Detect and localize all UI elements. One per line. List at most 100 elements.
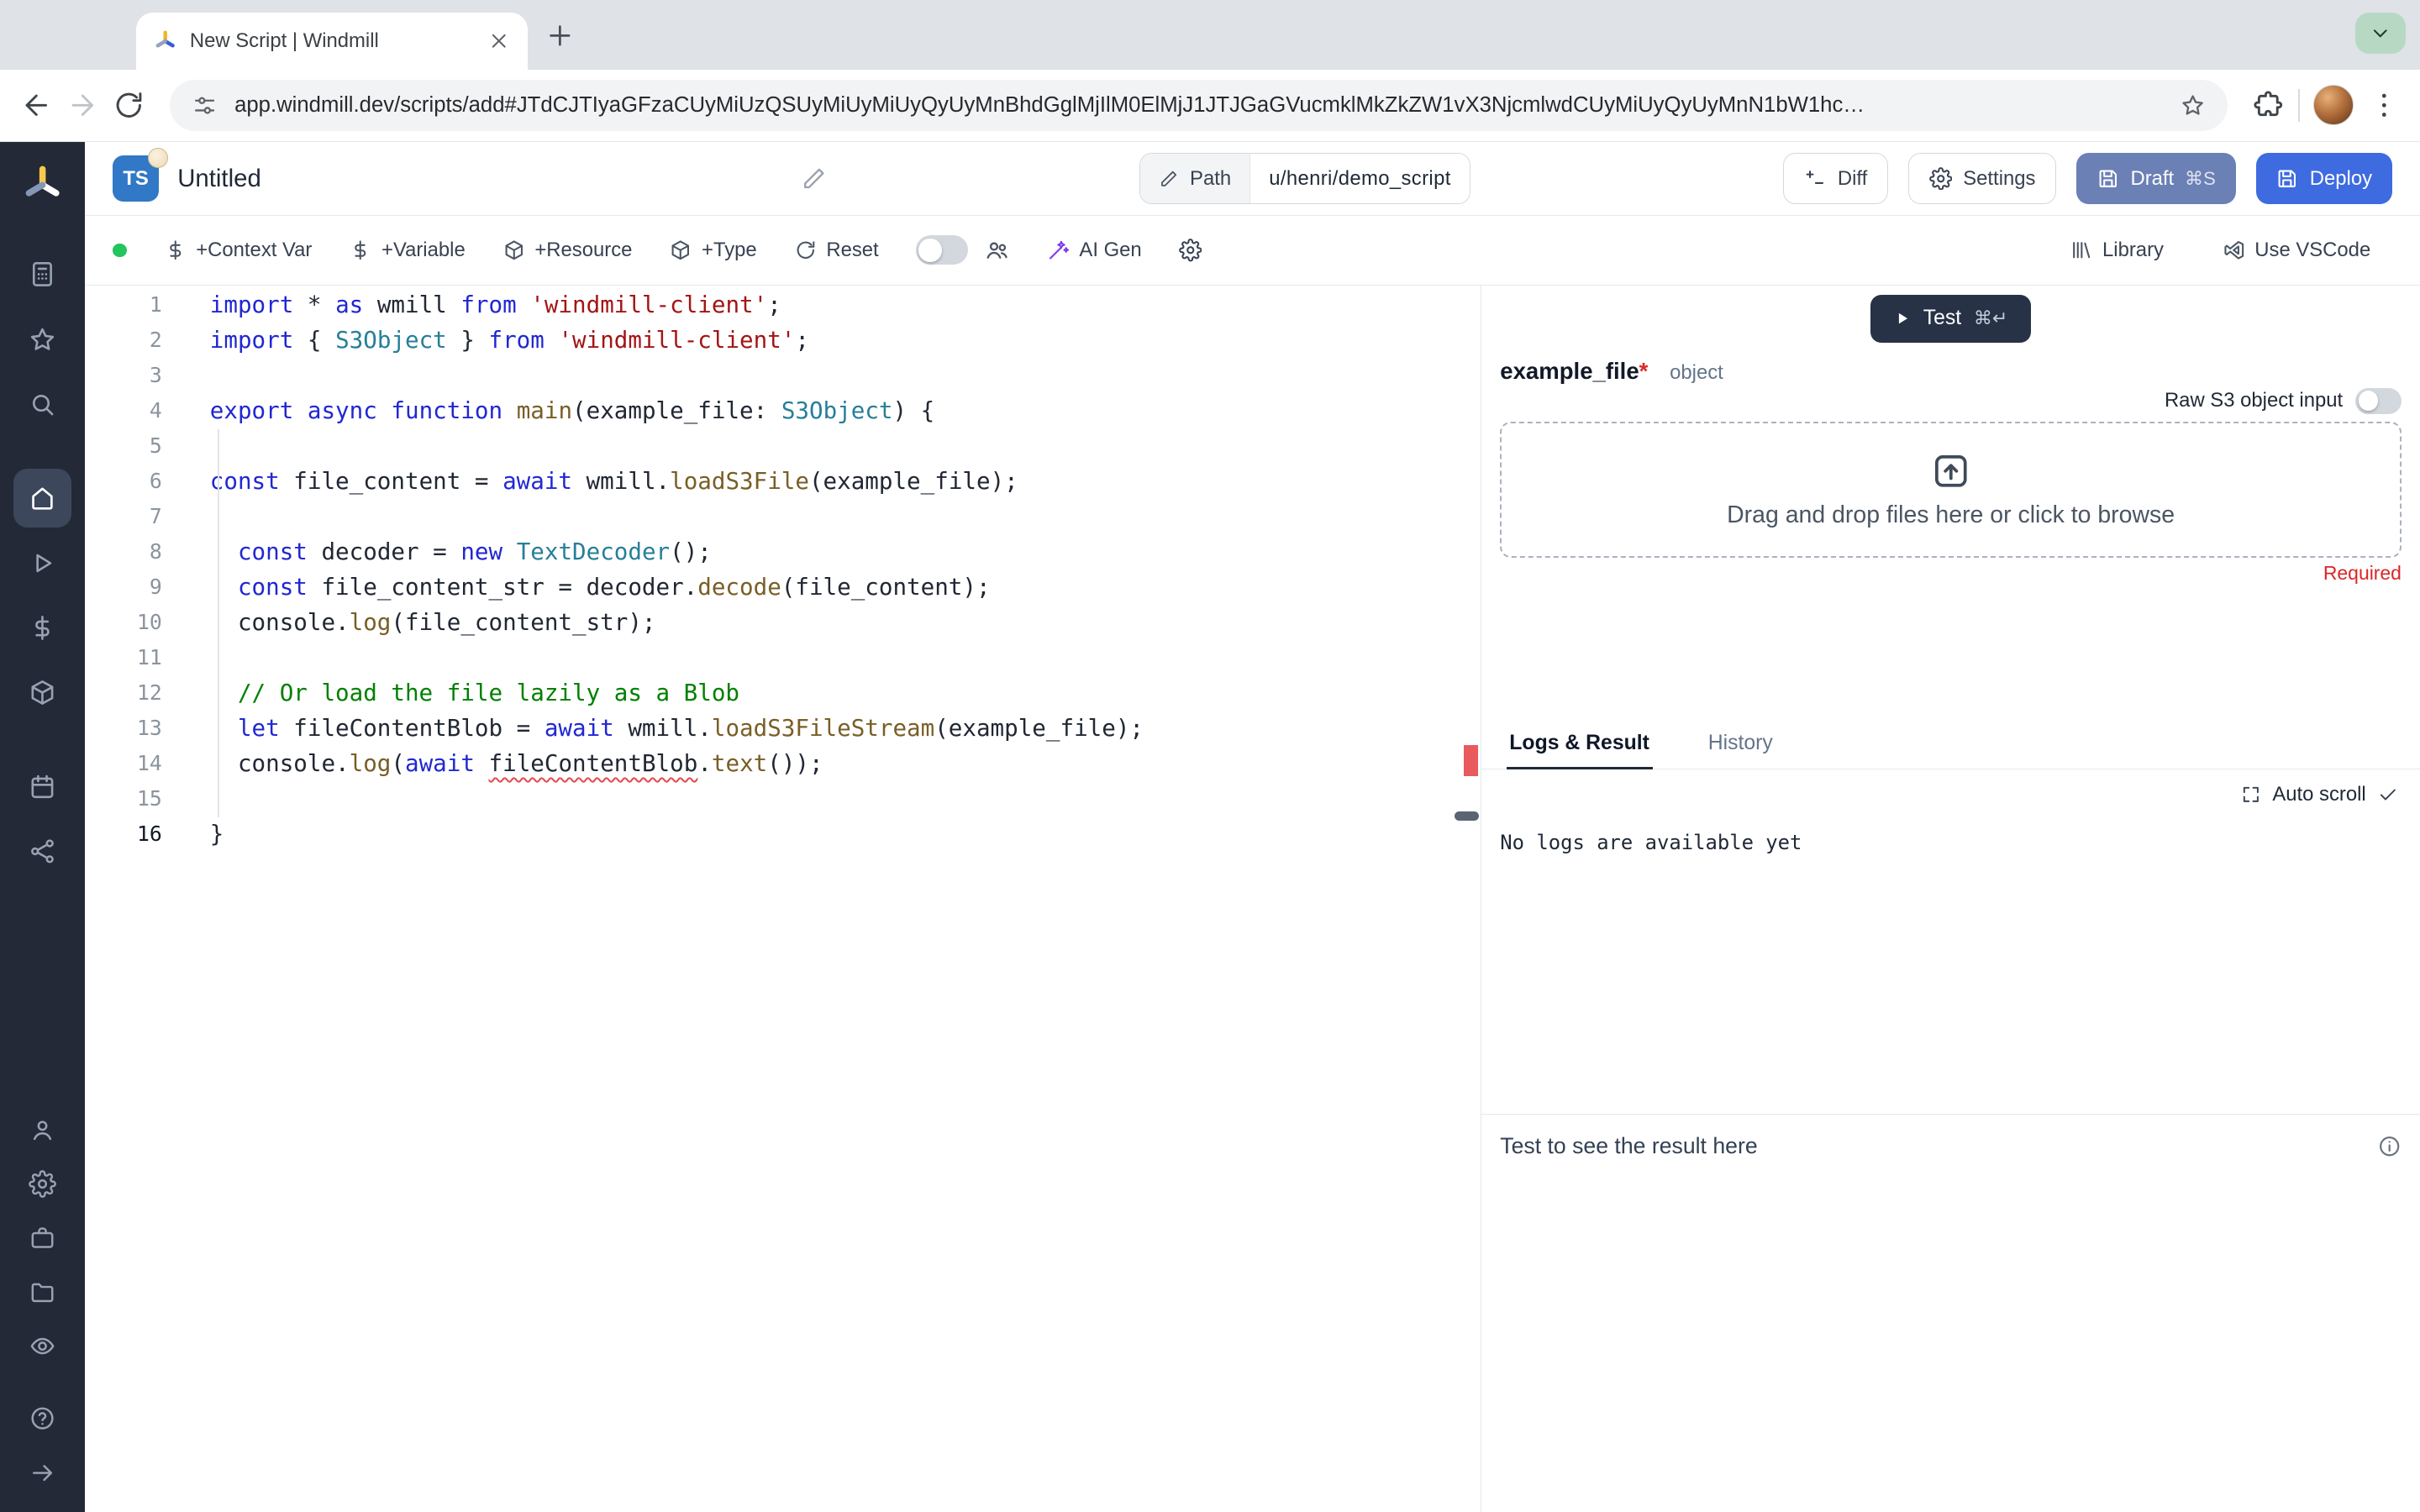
- variable-label: +Variable: [381, 238, 466, 261]
- collaborators-icon: [984, 237, 1010, 263]
- logs-area: [1481, 879, 2420, 1114]
- ai-gen-button[interactable]: AI Gen: [1047, 239, 1142, 262]
- forward-icon[interactable]: [66, 89, 99, 122]
- windmill-logo-icon[interactable]: [20, 162, 65, 207]
- auto-scroll-control[interactable]: Auto scroll: [1481, 769, 2420, 807]
- bookmark-star-icon[interactable]: [2180, 92, 2206, 118]
- add-variable-button[interactable]: +Variable: [349, 238, 466, 262]
- tab-strip: New Script | Windmill: [0, 0, 2420, 70]
- url-text: app.windmill.dev/scripts/add#JTdCJTIyaGF…: [234, 92, 1865, 117]
- code-line: 2 import { S3Object } from 'windmill-clie…: [85, 323, 1481, 358]
- required-star: *: [1639, 358, 1649, 385]
- edit-title-pencil-icon[interactable]: [801, 165, 827, 192]
- file-dropzone[interactable]: Drag and drop files here or click to bro…: [1500, 422, 2402, 558]
- back-icon[interactable]: [20, 89, 53, 122]
- library-icon: [2070, 239, 2093, 262]
- library-label: Library: [2102, 238, 2164, 261]
- test-label: Test: [1923, 307, 1962, 330]
- add-type-button[interactable]: +Type: [669, 238, 757, 262]
- info-icon[interactable]: [2377, 1134, 2402, 1158]
- line-number: 11: [137, 645, 162, 670]
- address-bar[interactable]: app.windmill.dev/scripts/add#JTdCJTIyaGF…: [169, 79, 2228, 131]
- line-number: 14: [137, 751, 162, 776]
- sidebar-item-resources[interactable]: [13, 664, 72, 722]
- settings-button[interactable]: Settings: [1907, 153, 2057, 204]
- diff-button[interactable]: Diff: [1782, 153, 1889, 204]
- sidebar-item-user[interactable]: [16, 1106, 68, 1154]
- use-vscode-button[interactable]: Use VSCode: [2223, 238, 2371, 262]
- raw-s3-toggle[interactable]: [2354, 387, 2402, 414]
- sidebar-item-favorites[interactable]: [13, 310, 72, 369]
- tab-search-button[interactable]: [2354, 12, 2407, 55]
- sidebar-item-workers[interactable]: [13, 822, 72, 881]
- pencil-icon: [1159, 169, 1179, 189]
- deploy-button[interactable]: Deploy: [2255, 153, 2392, 204]
- code-line: 11: [85, 640, 1481, 675]
- diff-icon: [1803, 167, 1827, 191]
- add-context-var-button[interactable]: +Context Var: [164, 239, 312, 262]
- code-line: 16}: [85, 816, 1481, 852]
- workers-icon: [28, 837, 57, 866]
- sidebar-item-audit[interactable]: [16, 1322, 68, 1370]
- upload-icon: [1930, 450, 1972, 492]
- multiplayer-toggle[interactable]: [915, 235, 969, 265]
- sidebar-item-runs[interactable]: [13, 533, 72, 592]
- magic-wand-icon: [1047, 239, 1071, 262]
- sidebar-item-collapse[interactable]: [16, 1449, 68, 1497]
- type-label: +Type: [702, 238, 757, 261]
- sidebar-item-variables[interactable]: [13, 599, 72, 658]
- draft-label: Draft: [2130, 166, 2175, 190]
- tab-history[interactable]: History: [1705, 717, 1776, 768]
- workspace: 1 import * as wmill from 'windmill-client…: [85, 285, 2420, 1512]
- argument-row: example_file* object: [1500, 358, 2402, 385]
- expand-icon[interactable]: [2240, 784, 2262, 806]
- sidebar-item-home[interactable]: [13, 469, 72, 528]
- add-resource-button[interactable]: +Resource: [502, 238, 633, 262]
- sidebar-item-apps[interactable]: [13, 245, 72, 304]
- tab-logs-result[interactable]: Logs & Result: [1506, 717, 1653, 770]
- path-chip[interactable]: Path u/henri/demo_script: [1139, 153, 1470, 204]
- new-tab-icon[interactable]: [544, 20, 576, 51]
- draft-button[interactable]: Draft ⌘S: [2076, 153, 2236, 204]
- browser-menu-icon[interactable]: [2368, 89, 2401, 122]
- code-line: 1 import * as wmill from 'windmill-client…: [85, 287, 1481, 323]
- tab-close-icon[interactable]: [487, 29, 511, 53]
- editor-toolbar: +Context Var +Variable +Resource +Type R…: [85, 216, 2420, 286]
- favorites-icon: [28, 325, 57, 354]
- reset-button[interactable]: Reset: [794, 239, 879, 262]
- line-number: 6: [149, 468, 162, 493]
- line-number: 12: [137, 680, 162, 706]
- script-title[interactable]: Untitled: [177, 165, 782, 193]
- editor-settings-gear-icon[interactable]: [1178, 239, 1202, 262]
- chevron-down-icon: [2369, 22, 2392, 45]
- path-edit-segment[interactable]: Path: [1140, 154, 1251, 203]
- code-line: 13 let fileContentBlob = await wmill.loa…: [85, 711, 1481, 746]
- reload-icon[interactable]: [113, 89, 145, 122]
- vscode-label: Use VSCode: [2254, 238, 2371, 261]
- browser-toolbar: app.windmill.dev/scripts/add#JTdCJTIyaGF…: [0, 69, 2420, 142]
- settings-label: Settings: [1963, 166, 2036, 190]
- resource-label: +Resource: [534, 238, 633, 261]
- sidebar-item-schedules[interactable]: [13, 758, 72, 816]
- profile-avatar[interactable]: [2313, 85, 2354, 126]
- sidebar-item-settings[interactable]: [16, 1160, 68, 1208]
- apps-icon: [28, 260, 57, 289]
- library-button[interactable]: Library: [2070, 239, 2164, 262]
- sidebar-item-help[interactable]: [16, 1394, 68, 1442]
- test-button[interactable]: Test ⌘↵: [1870, 294, 2031, 343]
- scrollbar-thumb[interactable]: [1455, 811, 1480, 822]
- settings-icon: [29, 1170, 56, 1199]
- extensions-icon[interactable]: [2252, 89, 2285, 122]
- site-settings-icon[interactable]: [192, 92, 218, 118]
- code-editor[interactable]: 1 import * as wmill from 'windmill-client…: [85, 285, 1482, 1512]
- raw-s3-label: Raw S3 object input: [2164, 389, 2344, 412]
- sidebar-item-workspace[interactable]: [16, 1215, 68, 1263]
- no-logs-text: No logs are available yet: [1500, 831, 1802, 855]
- browser-tab[interactable]: New Script | Windmill: [135, 12, 529, 70]
- tab-title: New Script | Windmill: [189, 29, 379, 52]
- sidebar-item-search[interactable]: [13, 375, 72, 433]
- typescript-badge[interactable]: TS: [113, 147, 169, 202]
- sidebar-item-folders[interactable]: [16, 1268, 68, 1316]
- panel-tabs: Logs & Result History: [1481, 717, 2420, 770]
- indent-guide: [217, 428, 219, 818]
